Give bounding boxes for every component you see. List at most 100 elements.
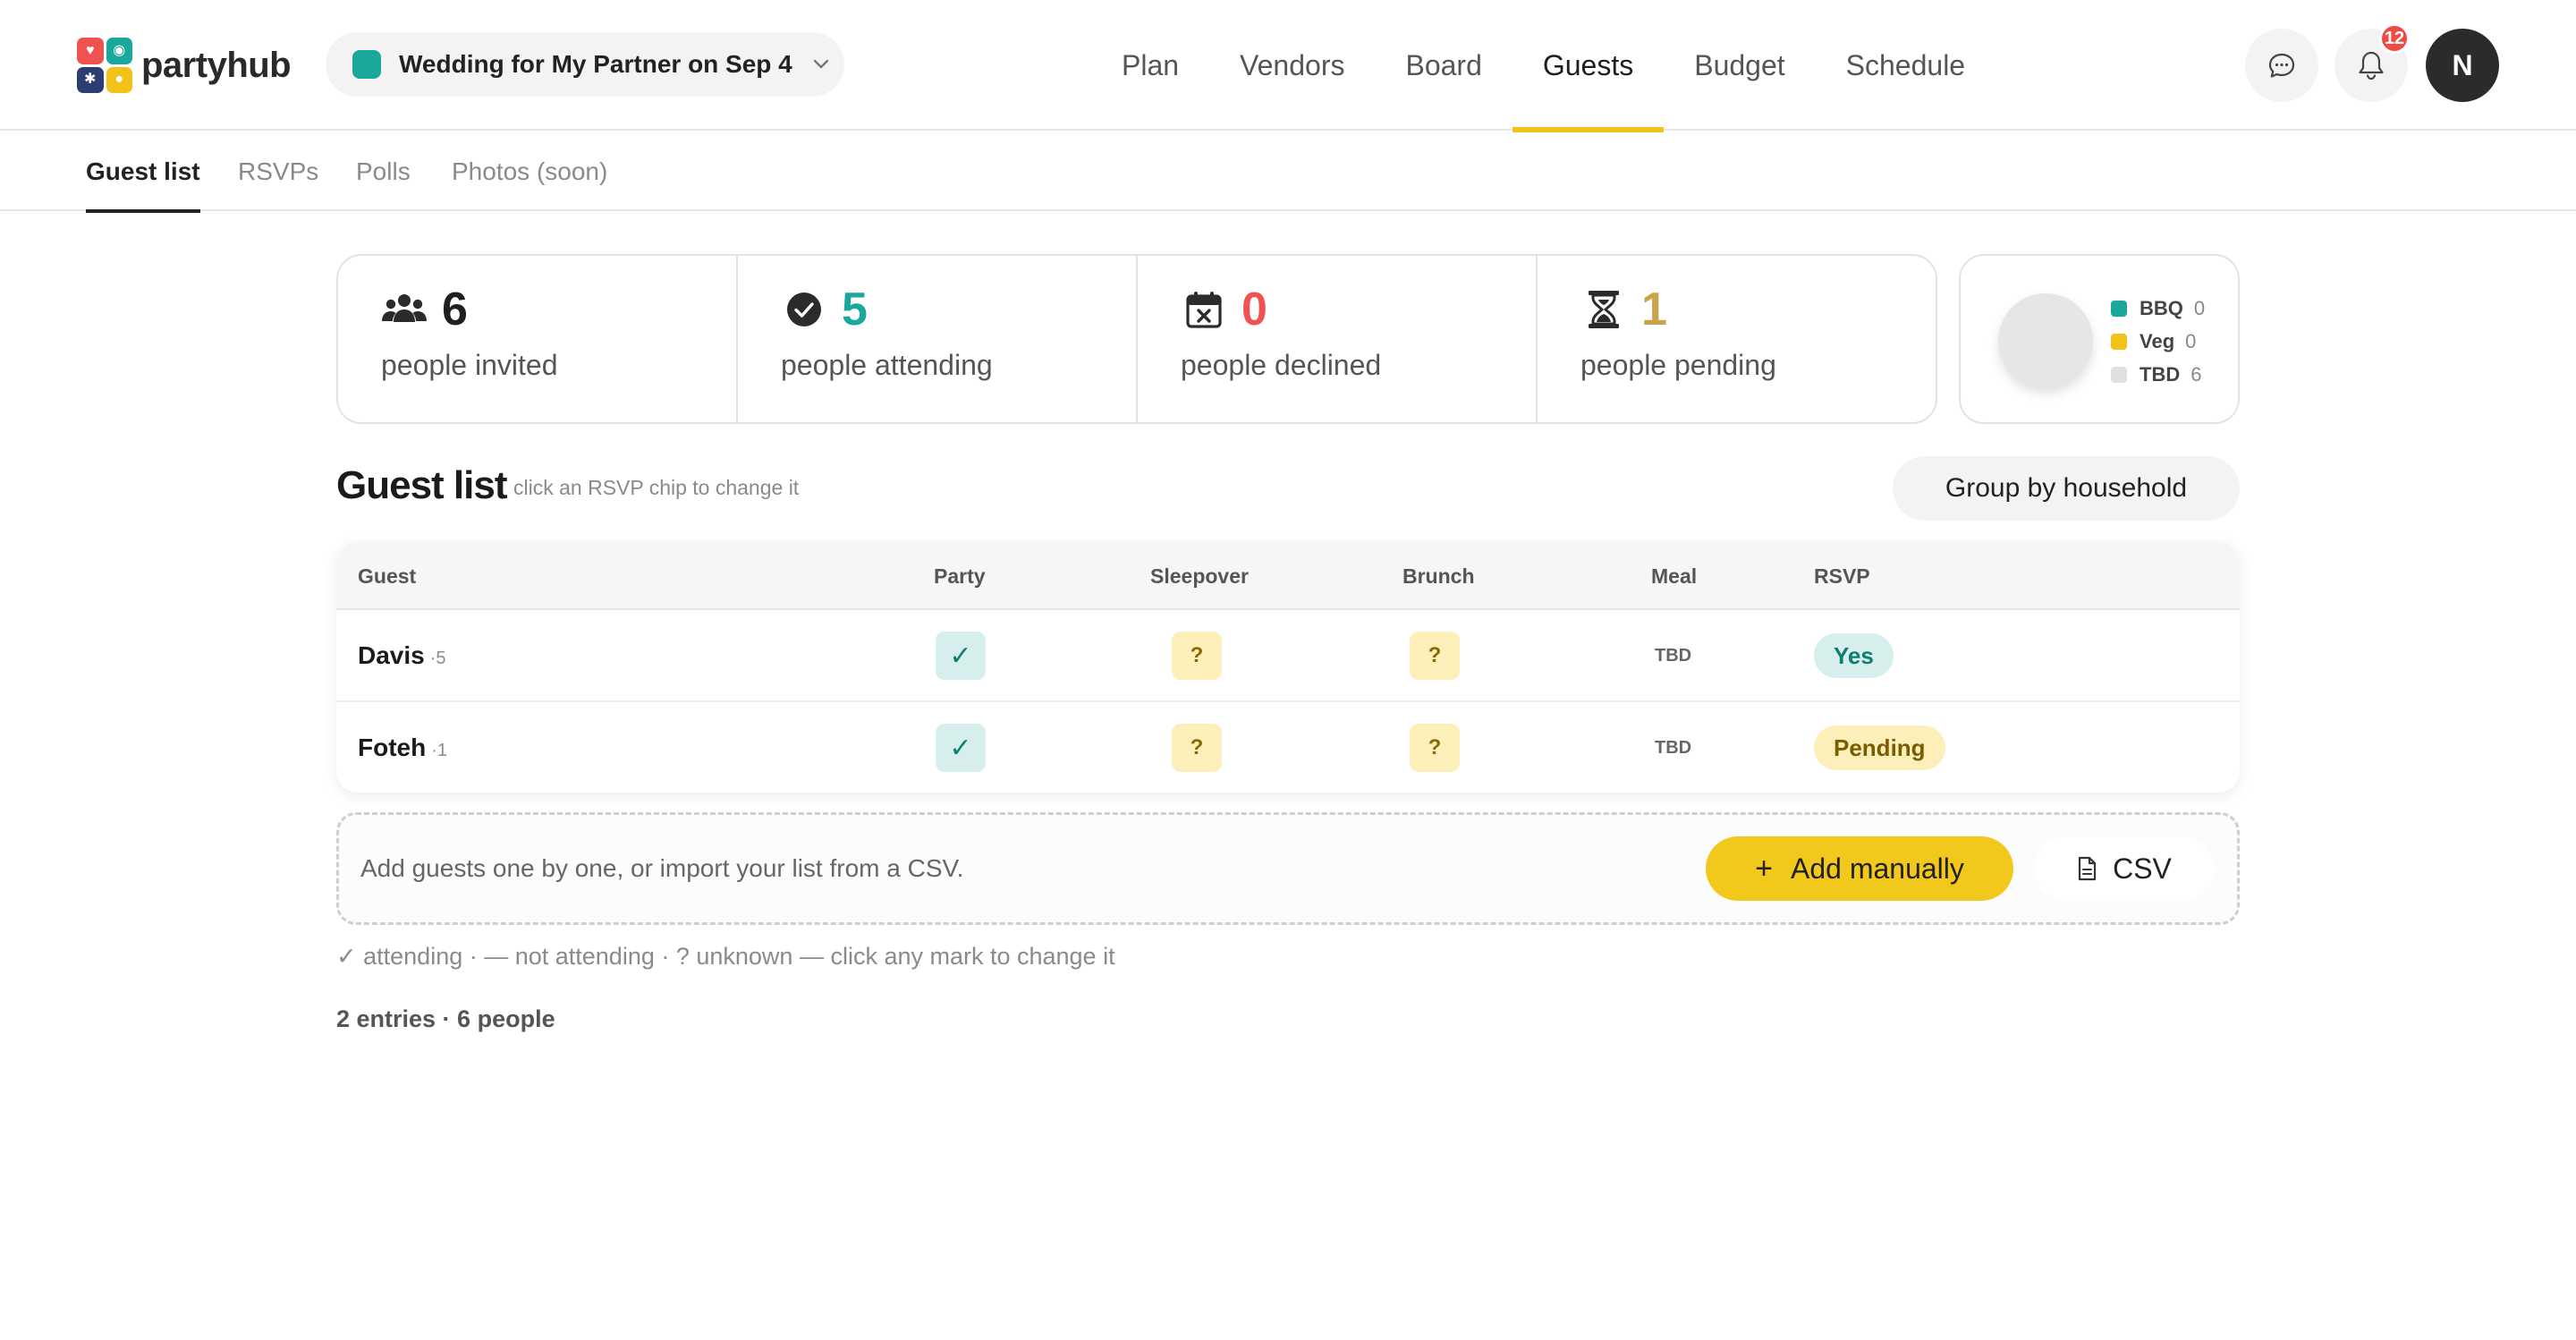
meal-count: 6 [2190,362,2202,386]
logo-mark: ♥ ◉ ✱ ● [77,38,132,93]
rsvp-chip[interactable]: Yes [1814,633,1894,678]
table-row[interactable]: Foteh ·1 ✓ ? ? TBD Pending [336,701,2240,793]
guest-cell: Foteh ·1 [358,702,447,793]
rsvp-chip[interactable]: Pending [1814,725,1945,770]
meal-count: 0 [2193,296,2206,319]
party-attendance-chip[interactable]: ✓ [936,632,986,680]
stat-attending: 5 people attending [738,256,1138,422]
table-row[interactable]: Davis ·5 ✓ ? ? TBD Yes [336,610,2240,701]
notifications-button[interactable]: 12 [2334,23,2410,102]
nav-budget[interactable]: Budget [1664,0,1815,131]
document-icon [2077,856,2097,881]
meal-legend: BBQ 0 Veg 0 TBD 6 [2111,292,2205,391]
meal-legend-item: Veg 0 [2111,325,2205,358]
guest-table: Guest Party Sleepover Brunch Meal RSVP D… [336,542,2240,793]
meal-name: TBD [2140,362,2181,386]
stat-pending-value: 1 [1641,284,1667,335]
guest-cell: Davis ·5 [358,610,446,701]
meal-count: 0 [2185,329,2197,352]
meal-cell: TBD [1655,702,1691,793]
tab-photos[interactable]: Photos (soon) [452,132,607,211]
meal-summary-card: BBQ 0 Veg 0 TBD 6 [1959,254,2240,424]
meal-swatch [2111,366,2127,383]
tab-rsvps[interactable]: RSVPs [238,132,318,211]
sleepover-cell: ? [1172,610,1222,701]
rsvp-cell: Yes [1814,610,1894,701]
stat-invited-label: people invited [381,349,558,381]
logo-text: partyhub [141,45,292,85]
event-selector[interactable]: Wedding for My Partner on Sep 4 [326,32,844,97]
calendar-x-icon [1181,286,1227,333]
meal-swatch [2111,300,2127,317]
user-avatar[interactable]: N [2426,29,2499,102]
meal-cell: TBD [1655,610,1691,701]
brunch-attendance-chip[interactable]: ? [1410,632,1460,680]
table-header: Guest Party Sleepover Brunch Meal RSVP [336,542,2240,610]
meal-name: BBQ [2140,296,2183,319]
meal-legend-item: BBQ 0 [2111,292,2205,325]
guest-household-count: ·1 [431,740,448,760]
notification-badge: 12 [2379,23,2410,54]
brunch-cell: ? [1410,702,1460,793]
party-attendance-chip[interactable]: ✓ [936,724,986,772]
attendance-legend-note: ✓ attending · — not attending · ? unknow… [336,943,1115,970]
column-guest: Guest [358,564,417,588]
stat-pending-label: people pending [1580,349,1776,381]
add-guests-panel: Add guests one by one, or import your li… [336,812,2240,925]
plus-icon: + [1755,851,1773,886]
people-group-icon [381,286,428,333]
meal-legend-item: TBD 6 [2111,358,2205,391]
messages-button[interactable] [2245,29,2318,102]
column-brunch: Brunch [1402,564,1475,588]
guest-name[interactable]: Davis [358,641,425,670]
nav-schedule[interactable]: Schedule [1816,0,1996,131]
sleepover-cell: ? [1172,702,1222,793]
nav-guests[interactable]: Guests [1512,0,1665,132]
add-manually-button[interactable]: + Add manually [1706,836,2013,901]
logo[interactable]: ♥ ◉ ✱ ● partyhub [77,38,292,93]
stats-panel: 6 people invited 5 people attending 0 pe… [336,254,1937,424]
stat-invited: 6 people invited [338,256,738,422]
guest-name[interactable]: Foteh [358,734,426,762]
import-csv-button[interactable]: CSV [2035,836,2214,901]
chat-bubble-icon [2268,53,2295,78]
stat-attending-label: people attending [781,349,993,381]
group-by-household-button[interactable]: Group by household [1893,456,2240,521]
stat-attending-value: 5 [842,284,868,335]
guest-household-count: ·5 [429,648,446,668]
page-title: Guest list [336,463,507,507]
csv-label: CSV [2113,852,2172,885]
sleepover-attendance-chip[interactable]: ? [1172,724,1222,772]
rsvp-cell: Pending [1814,702,1945,793]
nav-vendors[interactable]: Vendors [1209,0,1375,131]
brunch-attendance-chip[interactable]: ? [1410,724,1460,772]
sub-nav: Guest list RSVPs Polls Photos (soon) [0,132,2576,213]
stat-declined-label: people declined [1181,349,1382,381]
column-meal: Meal [1651,564,1698,588]
brunch-cell: ? [1410,610,1460,701]
sleepover-attendance-chip[interactable]: ? [1172,632,1222,680]
event-title: Wedding for My Partner on Sep 4 [399,50,792,78]
bell-icon [2359,51,2384,81]
add-guests-hint: Add guests one by one, or import your li… [360,854,964,882]
tab-polls[interactable]: Polls [356,132,411,211]
chevron-down-icon [810,54,832,75]
meal-name: Veg [2140,329,2175,352]
tab-guest-list[interactable]: Guest list [86,132,200,213]
stat-pending: 1 people pending [1538,256,1936,422]
page-hint: click an RSVP chip to change it [513,476,800,499]
meal-choice[interactable]: TBD [1655,738,1691,759]
top-bar: ♥ ◉ ✱ ● partyhub Wedding for My Partner on … [0,0,2576,132]
column-rsvp: RSVP [1814,564,1870,588]
event-color-dot [352,50,381,79]
nav-board[interactable]: Board [1375,0,1512,131]
stat-invited-value: 6 [442,284,468,335]
stat-declined-value: 0 [1241,284,1267,335]
meal-donut-chart [1998,293,2093,388]
meal-choice[interactable]: TBD [1655,646,1691,666]
meal-swatch [2111,333,2127,350]
nav-plan[interactable]: Plan [1091,0,1209,131]
guest-summary: 2 entries · 6 people [336,1005,555,1032]
check-circle-icon [781,286,827,333]
party-cell: ✓ [936,702,986,793]
